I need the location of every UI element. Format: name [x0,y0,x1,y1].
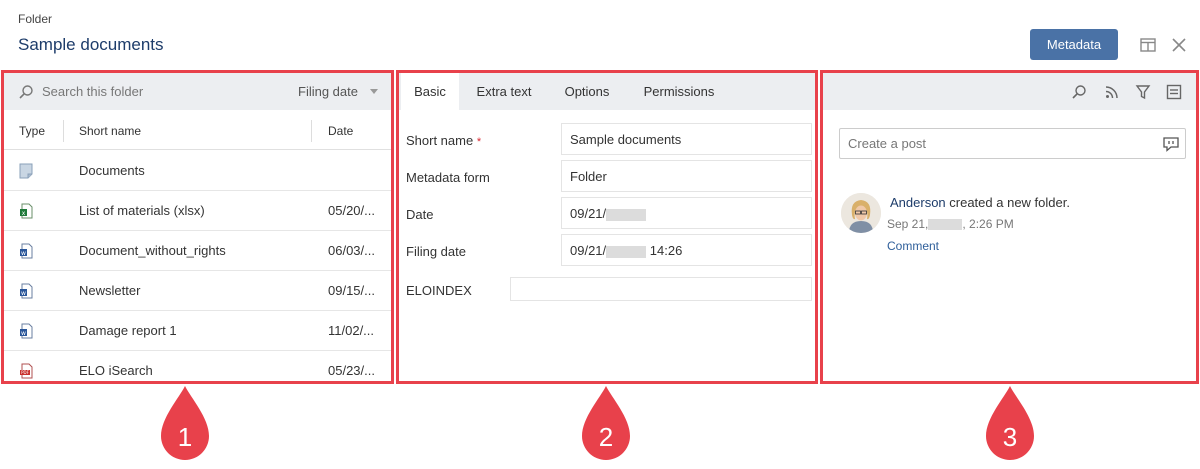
field-filing-date: Filing date 09/21/ 14:26 [399,233,815,270]
file-name: Document_without_rights [79,243,226,258]
breadcrumb[interactable]: Folder [18,12,52,26]
search-icon [19,85,33,99]
marker-label: 2 [599,422,613,452]
list-item[interactable]: PDF ELO iSearch 05/23/... [4,351,391,381]
field-eloindex: ELOINDEX [399,273,815,310]
marker-label: 1 [178,422,192,452]
short-name-input[interactable]: Sample documents [561,123,812,155]
field-label: Metadata form [406,170,490,185]
marker-label: 3 [1003,422,1017,452]
tab-permissions[interactable]: Permissions [639,73,719,110]
folder-list-panel: Search this folder Filing date Type Shor… [1,70,394,384]
search-input[interactable]: Search this folder [42,84,143,99]
field-date: Date 09/21/ [399,196,815,233]
metadata-form-input[interactable]: Folder [561,160,812,192]
list-item[interactable]: w Newsletter 09/15/... [4,271,391,311]
file-date: 05/23/... [328,363,375,378]
tab-basic[interactable]: Basic [401,73,459,110]
date-input[interactable]: 09/21/ [561,197,812,229]
field-label: Filing date [406,244,466,259]
column-header-type[interactable]: Type [19,124,45,138]
redacted-year [606,245,647,258]
feed-toolbar [823,73,1196,110]
speech-bubble-icon[interactable] [1162,136,1180,152]
tab-extra-text[interactable]: Extra text [471,73,537,110]
page-title: Sample documents [18,35,164,54]
feed-entry-text: Anderson created a new folder. [890,195,1070,210]
column-divider[interactable] [63,120,64,142]
file-name: Damage report 1 [79,323,177,338]
field-label: Short name * [406,133,482,148]
avatar[interactable] [841,193,881,233]
folder-toolbar: Search this folder Filing date [4,73,391,110]
file-date: 11/02/... [328,323,375,338]
chevron-down-icon[interactable] [370,89,378,94]
column-header-row: Type Short name Date [4,110,391,150]
eloindex-input[interactable] [510,277,812,301]
tab-bar: Basic Extra text Options Permissions [399,73,815,110]
pdf-file-icon: PDF [20,363,33,379]
file-name: Documents [79,163,145,178]
word-file-icon: w [20,243,33,259]
column-header-short-name[interactable]: Short name [79,124,141,138]
create-post-input[interactable]: Create a post [839,128,1186,159]
file-name: List of materials (xlsx) [79,203,205,218]
rss-icon[interactable] [1104,84,1120,100]
sort-dropdown[interactable]: Filing date [298,84,358,99]
list-icon[interactable] [1166,84,1182,100]
svg-text:w: w [21,330,26,337]
metadata-panel: Basic Extra text Options Permissions Sho… [396,70,818,384]
search-icon[interactable] [1071,84,1087,100]
close-icon[interactable] [1170,36,1188,54]
required-marker: * [476,136,482,148]
tab-options[interactable]: Options [559,73,615,110]
field-metadata-form: Metadata form Folder [399,159,815,196]
file-date: 09/15/... [328,283,375,298]
file-list: Documents x List of materials (xlsx) 05/… [4,151,391,381]
file-date: 06/03/... [328,243,375,258]
metadata-button[interactable]: Metadata [1030,29,1118,60]
list-item[interactable]: x List of materials (xlsx) 05/20/... [4,191,391,231]
list-item[interactable]: Documents [4,151,391,191]
list-item[interactable]: w Damage report 1 11/02/... [4,311,391,351]
column-header-date[interactable]: Date [328,124,353,138]
folder-icon [19,163,33,179]
header: Folder Sample documents Metadata [0,0,1200,70]
field-short-name: Short name * Sample documents [399,122,815,159]
field-label: Date [406,207,434,222]
svg-text:x: x [22,210,26,217]
feed-user-link[interactable]: Anderson [890,195,946,210]
feed-timestamp: Sep 21,, 2:26 PM [887,217,1014,231]
redacted-year [606,208,647,221]
redacted-year [928,219,963,231]
user-photo [841,193,881,233]
column-divider[interactable] [311,120,312,142]
svg-text:w: w [21,250,26,257]
file-date: 05/20/... [328,203,375,218]
file-name: ELO iSearch [79,363,153,378]
filing-date-input[interactable]: 09/21/ 14:26 [561,234,812,266]
callout-marker-3: 3 [986,386,1034,460]
svg-text:PDF: PDF [21,370,29,375]
filter-icon[interactable] [1135,84,1151,100]
svg-text:w: w [21,290,26,297]
feed-panel: Create a post Anderson created a new fol… [820,70,1199,384]
list-item[interactable]: w Document_without_rights 06/03/... [4,231,391,271]
field-label: ELOINDEX [406,283,472,298]
file-name: Newsletter [79,283,141,298]
layout-icon[interactable] [1139,36,1157,54]
excel-file-icon: x [20,203,33,219]
callout-marker-1: 1 [161,386,209,460]
comment-link[interactable]: Comment [887,239,939,253]
callout-marker-2: 2 [582,386,630,460]
word-file-icon: w [20,283,33,299]
word-file-icon: w [20,323,33,339]
